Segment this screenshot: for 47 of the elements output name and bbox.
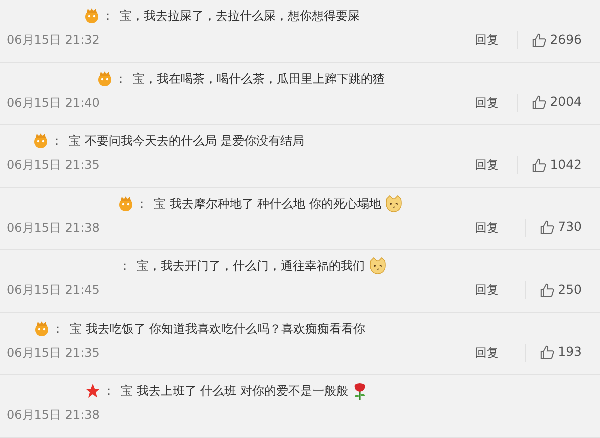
- comment-date: 06月15日 21:35: [7, 157, 100, 174]
- comment-text: 宝 我去吃饭了 你知道我喜欢吃什么吗？喜欢痴痴看看你: [70, 320, 366, 338]
- like-button[interactable]: 250: [526, 280, 582, 300]
- like-button[interactable]: 2004: [518, 93, 582, 112]
- comment-date: 06月15日 21:40: [7, 94, 100, 112]
- crown-icon: [118, 196, 134, 212]
- star-icon: [85, 383, 101, 399]
- cat-emoji-icon: [369, 257, 387, 275]
- cat-emoji-icon: [385, 194, 404, 212]
- comment-text: 宝，我在喝茶，喝什么茶，瓜田里上蹿下跳的猹: [133, 70, 385, 88]
- separator: ：: [102, 8, 114, 25]
- thumbs-up-icon: [540, 220, 556, 235]
- separator: ：: [51, 133, 63, 150]
- crown-icon: [84, 8, 100, 24]
- like-button[interactable]: 193: [526, 343, 582, 362]
- thumbs-up-icon: [540, 282, 556, 298]
- comment-text: 宝，我去开门了，什么门，通往幸福的我们: [137, 258, 365, 275]
- reply-link[interactable]: 回复: [457, 218, 526, 236]
- thumbs-up-icon: [532, 32, 548, 48]
- separator: ：: [52, 320, 64, 338]
- like-button[interactable]: 2696: [518, 30, 582, 50]
- thumbs-up-icon: [532, 95, 548, 110]
- comment-date: 06月15日 21:32: [7, 32, 100, 49]
- separator: ：: [136, 196, 148, 212]
- comment-date: 06月15日 21:38: [7, 407, 100, 424]
- comment-text: 宝，我去拉屎了，去拉什么屎，想你想得要屎: [120, 8, 360, 25]
- thumbs-up-icon: [532, 158, 548, 172]
- reply-link[interactable]: 回复: [457, 281, 526, 299]
- reply-link[interactable]: 回复: [457, 31, 518, 49]
- reply-link[interactable]: 回复: [457, 94, 518, 112]
- thumbs-up-icon: [540, 345, 556, 360]
- crown-icon: [33, 133, 49, 149]
- comment-date: 06月15日 21:38: [7, 220, 100, 236]
- crown-icon: [97, 70, 113, 86]
- separator: ：: [115, 70, 127, 88]
- comment-text: 宝 不要问我今天去的什么局 是爱你没有结局: [69, 133, 305, 150]
- separator: ：: [119, 258, 131, 275]
- like-button[interactable]: 730: [526, 218, 582, 237]
- like-button[interactable]: 1042: [518, 156, 582, 174]
- crown-icon: [34, 320, 50, 336]
- reply-link[interactable]: 回复: [457, 344, 526, 362]
- comment-text: 宝 我去上班了 什么班 对你的爱不是一般般: [121, 383, 348, 400]
- comment-date: 06月15日 21:45: [7, 282, 100, 299]
- comment-date: 06月15日 21:35: [7, 344, 100, 362]
- reply-link[interactable]: 回复: [457, 156, 518, 174]
- separator: ：: [103, 383, 115, 400]
- comment-text: 宝 我去摩尔种地了 种什么地 你的死心塌地: [154, 196, 382, 212]
